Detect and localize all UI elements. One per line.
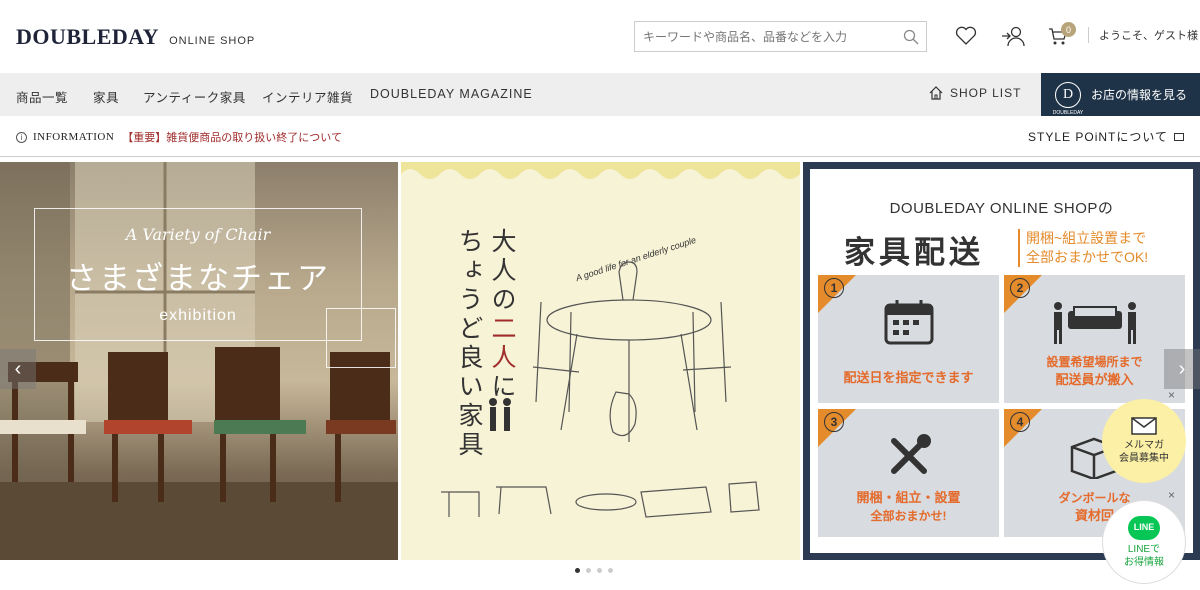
step-number: 2 (1010, 278, 1030, 298)
heart-icon (955, 26, 977, 45)
main-nav: 商品一覧 家具 アンティーク家具 インテリア雑貨 DOUBLEDAY MAGAZ… (0, 73, 1200, 116)
hero-slider: A Variety of Chair さまざまなチェア exhibition 大… (0, 162, 1200, 560)
pagination-dot[interactable] (586, 568, 591, 573)
slider-pagination (575, 568, 613, 573)
line-label-2: お得情報 (1124, 556, 1164, 568)
mail-icon (1131, 417, 1157, 435)
shop-list-link[interactable]: SHOP LIST (928, 85, 1021, 101)
style-point-link[interactable]: STYLE POiNTについて (1028, 128, 1184, 145)
newsletter-label-1: メルマガ (1124, 440, 1164, 451)
chair-subtitle: A Variety of Chair (125, 225, 271, 244)
cart-count-badge: 0 (1061, 22, 1076, 37)
close-line-button[interactable]: × (1168, 488, 1175, 502)
search-box (634, 21, 927, 52)
external-window-icon (1174, 132, 1184, 141)
information-bar: i INFORMATION 【重要】雑貨便商品の取り扱い終了について STYLE… (0, 116, 1200, 157)
home-icon (929, 86, 943, 100)
site-logo[interactable]: DOUBLEDAY ONLINE SHOP (16, 24, 255, 50)
search-input[interactable] (635, 22, 896, 51)
chevron-right-icon: › (1178, 357, 1186, 380)
line-label-1: LINEで (1127, 543, 1161, 555)
newsletter-float-button[interactable]: メルマガ 会員募集中 (1102, 399, 1186, 483)
store-info-label: お店の情報を見る (1091, 88, 1188, 102)
slider-prev-button[interactable]: ‹ (0, 349, 36, 389)
pagination-dot[interactable] (608, 568, 613, 573)
step-caption-2: 配送員が搬入 (1055, 372, 1134, 387)
step-caption-2: 全部おまかせ! (870, 509, 947, 523)
line-float-button[interactable]: LINE LINEで お得情報 (1102, 500, 1186, 584)
decor-frame (326, 308, 396, 368)
close-newsletter-button[interactable]: × (1168, 388, 1175, 402)
delivery-sidenote-2: 全部おまかせでOK! (1026, 249, 1149, 265)
delivery-panel: DOUBLEDAY ONLINE SHOPの 家具配送 開梱~組立設置まで 全部… (810, 169, 1193, 553)
info-icon: i (16, 131, 27, 143)
tools-icon (891, 434, 931, 474)
login-icon (1002, 26, 1025, 47)
welcome-text: ようこそ、ゲスト様 (1088, 27, 1198, 43)
information-label: INFORMATION (33, 131, 115, 143)
step-caption: 配送日を指定できます (843, 370, 974, 385)
delivery-title: DOUBLEDAY ONLINE SHOPの (889, 200, 1114, 217)
search-icon (903, 29, 919, 44)
chair-title-frame: A Variety of Chair さまざまなチェア exhibition (34, 208, 362, 341)
movers-icon (1054, 302, 1136, 344)
pagination-dot[interactable] (597, 568, 602, 573)
information-link[interactable]: 【重要】雑貨便商品の取り扱い終了について (122, 129, 342, 145)
calendar-icon (884, 300, 934, 345)
store-info-button[interactable]: D DOUBLEDAY お店の情報を見る (1041, 73, 1200, 116)
logo-text: DOUBLEDAY (16, 24, 160, 49)
store-logo-icon: D DOUBLEDAY (1053, 81, 1083, 116)
step-number: 1 (824, 278, 844, 298)
logo-subtext: ONLINE SHOP (169, 35, 256, 47)
delivery-step-3: 3 開梱・組立・設置 全部おまかせ! (818, 409, 999, 537)
chair-title: さまざまなチェア (66, 261, 330, 297)
delivery-sidenote-1: 開梱~組立設置まで (1026, 230, 1147, 246)
nav-item-interior[interactable]: インテリア雑貨 (262, 87, 353, 106)
store-logo-subtext: DOUBLEDAY (1052, 109, 1084, 116)
slide-chair-exhibition[interactable]: A Variety of Chair さまざまなチェア exhibition (0, 162, 398, 560)
slider-next-button[interactable]: › (1164, 349, 1200, 389)
line-logo-icon: LINE (1128, 515, 1160, 540)
delivery-step-1: 1 配送日を指定できます (818, 275, 999, 403)
pagination-dot[interactable] (575, 568, 580, 573)
slide-elderly-couple[interactable]: 大人の二人に ちょうど良い家具 A good life for an elder… (401, 162, 800, 560)
nav-item-magazine[interactable]: DOUBLEDAY MAGAZINE (370, 87, 533, 101)
nav-item-furniture[interactable]: 家具 (93, 87, 119, 106)
step-caption: 開梱・組立・設置 (856, 490, 961, 505)
shop-list-label: SHOP LIST (950, 86, 1022, 100)
header: DOUBLEDAY ONLINE SHOP 0 ようこそ、ゲスト様 (0, 0, 1200, 73)
delivery-step-2: 2 設置希望場所まで 配送員が搬入 (1004, 275, 1185, 403)
nav-item-products[interactable]: 商品一覧 (16, 87, 68, 106)
store-logo-letter: D (1062, 86, 1074, 102)
delivery-heading: 家具配送 (844, 235, 984, 270)
table-chairs-sketch (441, 261, 760, 518)
chevron-left-icon: ‹ (14, 357, 22, 380)
step-number: 3 (824, 412, 844, 432)
favorites-button[interactable] (954, 24, 978, 48)
step-caption: 設置希望場所まで (1046, 355, 1143, 369)
search-button[interactable] (896, 22, 926, 51)
login-button[interactable] (1001, 24, 1025, 48)
step-number: 4 (1010, 412, 1030, 432)
nav-item-antique[interactable]: アンティーク家具 (143, 87, 246, 106)
newsletter-label-2: 会員募集中 (1119, 453, 1169, 464)
chair-exhibition-label: exhibition (159, 307, 237, 324)
style-point-label: STYLE POiNTについて (1028, 130, 1168, 144)
delivery-sidenote: 開梱~組立設置まで 全部おまかせでOK! (1018, 229, 1148, 267)
